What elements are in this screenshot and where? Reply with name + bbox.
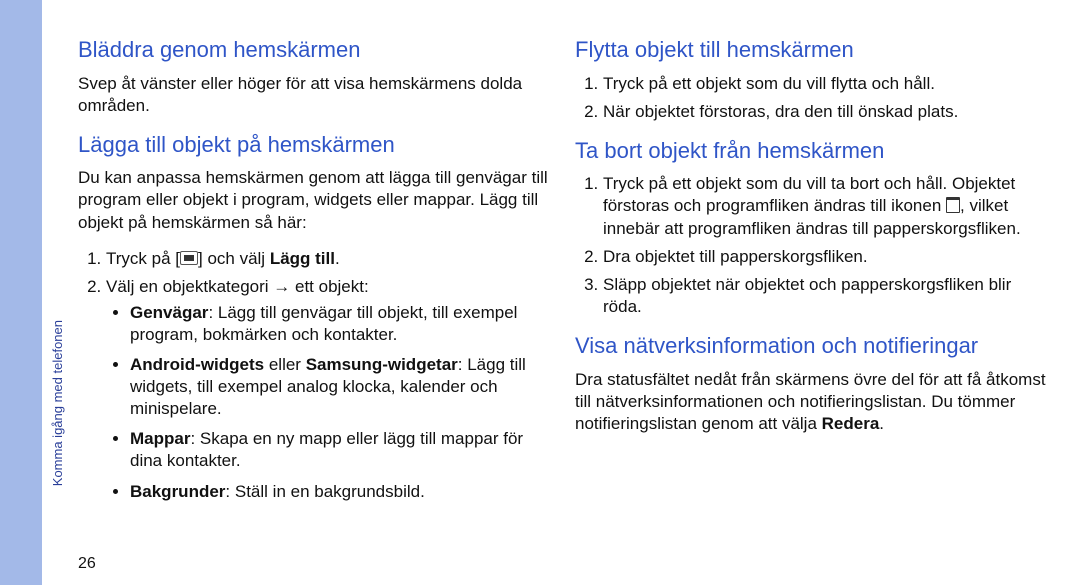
page-number: 26 xyxy=(78,555,96,573)
heading-add-objects: Lägga till objekt på hemskärmen xyxy=(78,131,551,160)
paragraph: Svep åt vänster eller höger för att visa… xyxy=(78,73,551,117)
paragraph: Dra statusfältet nedåt från skärmens övr… xyxy=(575,369,1048,435)
list-item: Dra objektet till papperskorgsfliken. xyxy=(603,246,1048,268)
paragraph: Du kan anpassa hemskärmen genom att lägg… xyxy=(78,167,551,233)
page-content: Bläddra genom hemskärmen Svep åt vänster… xyxy=(78,36,1048,585)
ordered-list-remove: Tryck på ett objekt som du vill ta bort … xyxy=(575,173,1048,318)
list-item: Tryck på [] och välj Lägg till. xyxy=(106,248,551,270)
list-item: Tryck på ett objekt som du vill flytta o… xyxy=(603,73,1048,95)
home-button-icon xyxy=(180,251,198,265)
heading-remove-objects: Ta bort objekt från hemskärmen xyxy=(575,137,1048,166)
page-sidebar-band xyxy=(0,0,42,585)
list-item: Släpp objektet när objektet och pappersk… xyxy=(603,274,1048,318)
heading-browse-home: Bläddra genom hemskärmen xyxy=(78,36,551,65)
trash-icon xyxy=(946,197,960,213)
ordered-list-move: Tryck på ett objekt som du vill flytta o… xyxy=(575,73,1048,123)
list-item: Android-widgets eller Samsung-widgetar: … xyxy=(130,354,551,420)
heading-network-info: Visa nätverksinformation och notifiering… xyxy=(575,332,1048,361)
list-item: Välj en objektkategori → ett objekt: Gen… xyxy=(106,276,551,503)
list-item: Genvägar: Lägg till genvägar till objekt… xyxy=(130,302,551,346)
list-item: När objektet förstoras, dra den till öns… xyxy=(603,101,1048,123)
ordered-list-add: Tryck på [] och välj Lägg till. Välj en … xyxy=(78,248,551,503)
sidebar-section-label: Komma igång med telefonen xyxy=(50,320,65,486)
heading-move-objects: Flytta objekt till hemskärmen xyxy=(575,36,1048,65)
list-item: Bakgrunder: Ställ in en bakgrundsbild. xyxy=(130,481,551,503)
list-item: Tryck på ett objekt som du vill ta bort … xyxy=(603,173,1048,239)
list-item: Mappar: Skapa en ny mapp eller lägg till… xyxy=(130,428,551,472)
bullet-list-categories: Genvägar: Lägg till genvägar till objekt… xyxy=(106,302,551,503)
